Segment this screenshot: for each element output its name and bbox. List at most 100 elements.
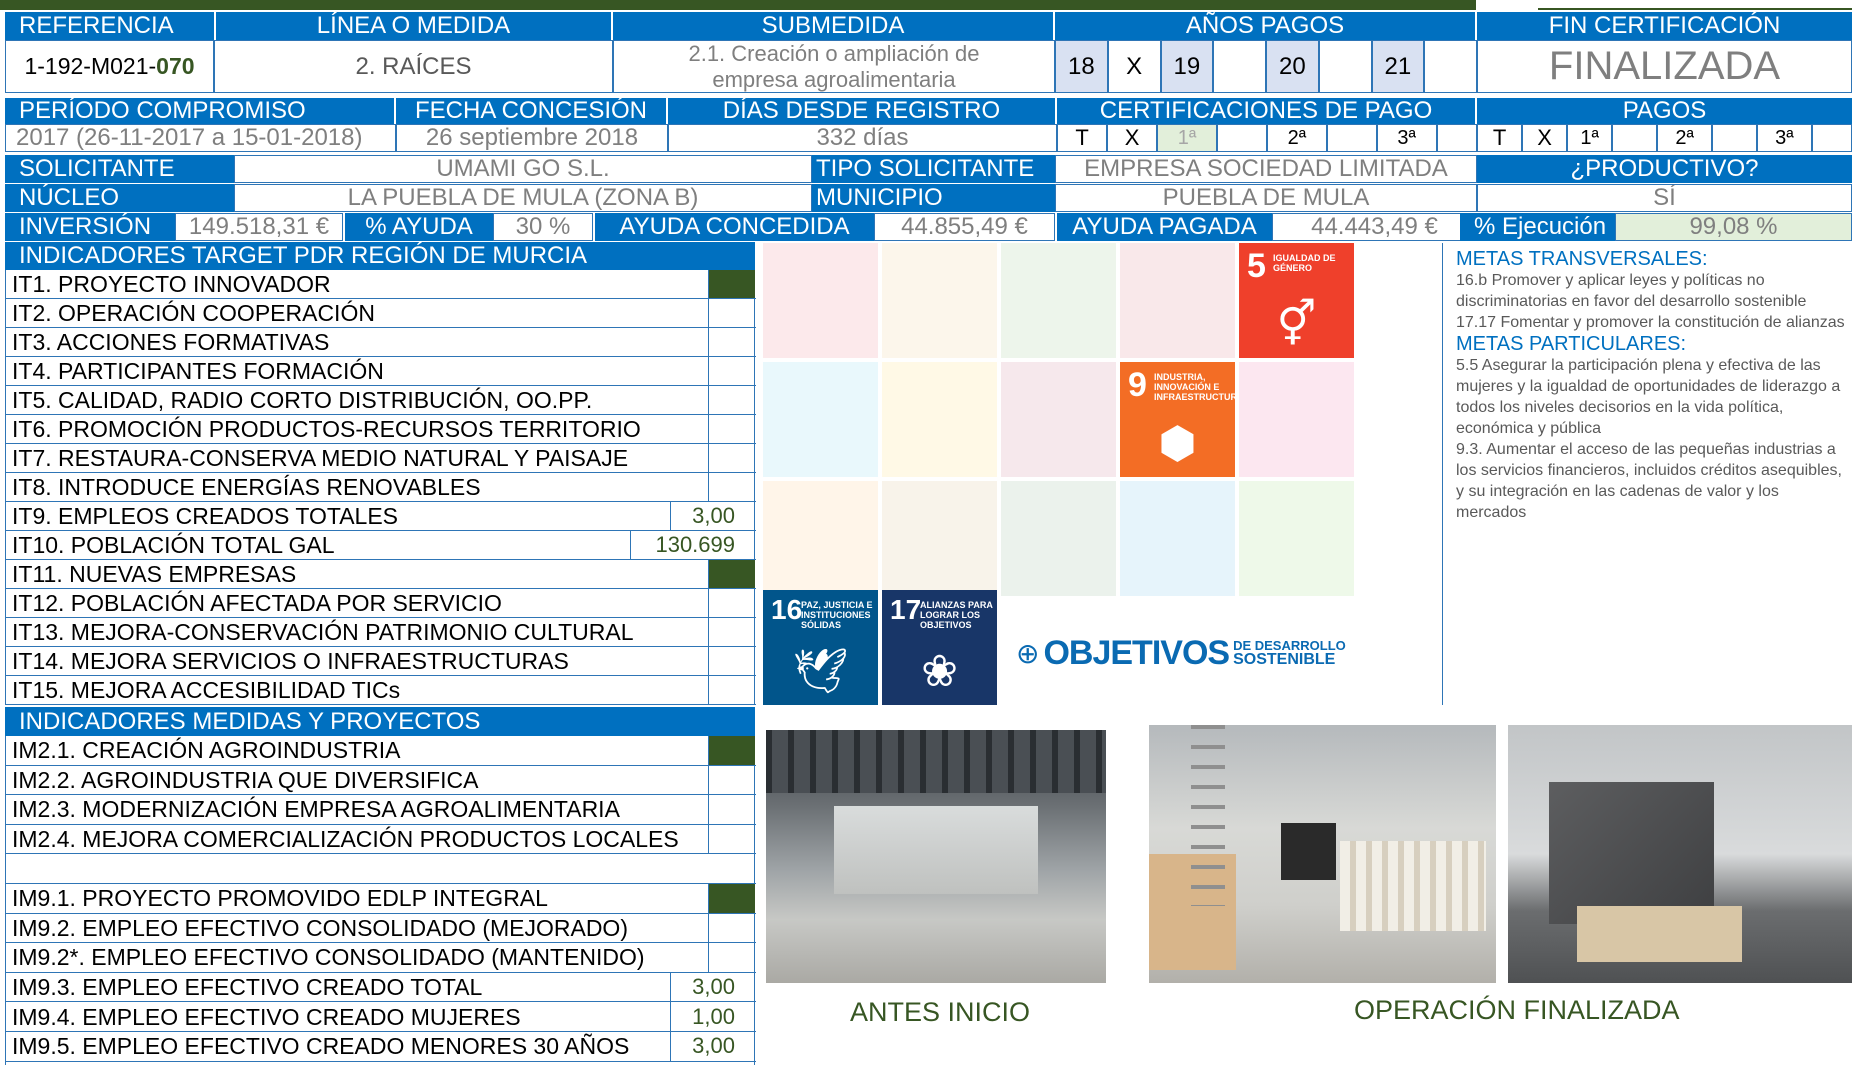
sdg-tile-8 xyxy=(1001,362,1116,477)
caption-operacion-finalizada: OPERACIÓN FINALIZADA xyxy=(1354,995,1680,1025)
indicator-row: IT5. CALIDAD, RADIO CORTO DISTRIBUCIÓN, … xyxy=(6,386,756,415)
pagos-1: 1ª xyxy=(1567,124,1613,152)
metas-particulares-heading: METAS PARTICULARES: xyxy=(1456,333,1687,355)
indicator-value: 3,00 xyxy=(670,972,755,1002)
linea-header: LÍNEA O MEDIDA xyxy=(216,12,611,40)
tipo-header: TIPO SOLICITANTE xyxy=(812,155,1055,183)
indicator-value: 3,00 xyxy=(670,1032,755,1061)
sdg-tile-17: 17 ALIANZAS PARA LOGRAR LOS OBJETIVOS ❀ xyxy=(882,590,997,705)
im-section-title: INDICADORES MEDIDAS Y PROYECTOS xyxy=(5,707,755,736)
sdg-tile-15 xyxy=(1239,481,1354,596)
year-21: 21 xyxy=(1371,40,1425,93)
sdg-tile-6 xyxy=(763,362,878,477)
fecha-value: 26 septiembre 2018 xyxy=(396,124,668,152)
sdg-tile-14 xyxy=(1120,481,1235,596)
top-strip-right xyxy=(1538,0,1852,10)
indicator-empty-box xyxy=(708,328,755,356)
ref-prefix: 1-192-M021- xyxy=(24,53,157,79)
sdg-tile-3 xyxy=(1001,243,1116,358)
indicator-label: IM2.2. AGROINDUSTRIA QUE DIVERSIFICA xyxy=(6,766,756,796)
indicator-row: IM9.5. EMPLEO EFECTIVO CREADO MENORES 30… xyxy=(6,1032,756,1062)
im-rows: IM2.1. CREACIÓN AGROINDUSTRIA IM2.2. AGRO… xyxy=(5,736,756,1065)
photo-finalizada-1 xyxy=(1149,725,1496,983)
indicator-row: IM2.3. MODERNIZACIÓN EMPRESA AGROALIMENT… xyxy=(6,795,756,825)
indicator-label xyxy=(6,854,756,884)
linea-value: 2. RAÍCES xyxy=(214,40,613,93)
sdg-logo-main: OBJETIVOS xyxy=(1043,633,1230,672)
solicitante-value: UMAMI GO S.L. xyxy=(234,155,812,183)
cert-t-mark: X xyxy=(1107,124,1158,152)
indicator-row: IM2.4. MEJORA COMERCIALIZACIÓN PRODUCTOS… xyxy=(6,824,756,855)
caption-antes-inicio: ANTES INICIO xyxy=(850,997,1031,1027)
indicator-empty-box xyxy=(708,386,755,414)
it-rows: IT1. PROYECTO INNOVADOR IT2. OPERACIÓN CO… xyxy=(5,270,756,705)
cert-2-mark xyxy=(1326,124,1377,152)
indicator-label: IT6. PROMOCIÓN PRODUCTOS-RECURSOS TERRIT… xyxy=(6,415,756,444)
indicator-empty-box xyxy=(708,357,755,385)
productivo-header: ¿PRODUCTIVO? xyxy=(1477,155,1852,183)
sdg5-title: IGUALDAD DE GÉNERO xyxy=(1273,253,1336,273)
metas-transversales-heading: METAS TRANSVERSALES: xyxy=(1456,248,1708,270)
ref-bold: 070 xyxy=(156,53,195,79)
fin-header: FIN CERTIFICACIÓN xyxy=(1477,12,1852,40)
indicator-row: IM2.1. CREACIÓN AGROINDUSTRIA xyxy=(6,736,756,766)
periodo-header: PERÍODO COMPROMISO xyxy=(5,98,394,124)
indicator-row: IT2. OPERACIÓN COOPERACIÓN xyxy=(6,299,756,328)
indicator-label: IM9.3. EMPLEO EFECTIVO CREADO TOTAL xyxy=(6,973,756,1003)
indicator-empty-box xyxy=(708,618,755,646)
indicator-label: IM9.1. PROYECTO PROMOVIDO EDLP INTEGRAL xyxy=(6,884,756,914)
indicator-row: IT15. MEJORA ACCESIBILIDAD TICs xyxy=(6,676,756,705)
cubes-icon: ⬢ xyxy=(1158,419,1197,468)
un-emblem-icon: ⊕ xyxy=(1016,637,1040,669)
cert-1-mark xyxy=(1216,124,1267,152)
year-18: 18 xyxy=(1055,40,1108,93)
ref-value: 1-192-M021- 070 xyxy=(5,40,214,93)
sdg-tile-1 xyxy=(763,243,878,358)
indicator-empty-box xyxy=(708,299,755,327)
indicator-row: IT4. PARTICIPANTES FORMACIÓN xyxy=(6,357,756,386)
pagos-header: PAGOS xyxy=(1477,98,1852,124)
indicator-empty-box xyxy=(708,824,755,854)
municipio-value: PUEBLA DE MULA xyxy=(1055,184,1477,212)
indicator-label: IT13. MEJORA-CONSERVACIÓN PATRIMONIO CUL… xyxy=(6,618,756,647)
sdg-tile-13 xyxy=(1001,481,1116,596)
gender-equality-icon: ⚥ xyxy=(1276,300,1317,349)
solicitante-header: SOLICITANTE xyxy=(5,155,234,183)
sdg5-number: 5 xyxy=(1247,247,1266,285)
indicator-label: IT3. ACCIONES FORMATIVAS xyxy=(6,328,756,357)
year-20-mark xyxy=(1318,40,1372,93)
year-18-mark: X xyxy=(1107,40,1161,93)
indicator-row: IM9.2. EMPLEO EFECTIVO CONSOLIDADO (MEJO… xyxy=(6,913,756,944)
indicator-row: IT1. PROYECTO INNOVADOR xyxy=(6,270,756,299)
indicator-row: IT12. POBLACIÓN AFECTADA POR SERVICIO xyxy=(6,589,756,618)
indicator-label: IM9.5. EMPLEO EFECTIVO CREADO MENORES 30… xyxy=(6,1032,756,1062)
cert-1: 1ª xyxy=(1157,124,1217,152)
indicator-label: IM2.1. CREACIÓN AGROINDUSTRIA xyxy=(6,736,756,766)
indicator-row: IT7. RESTAURA-CONSERVA MEDIO NATURAL Y P… xyxy=(6,444,756,473)
indicator-empty-box xyxy=(708,473,755,501)
it-section-title: INDICADORES TARGET PDR REGIÓN DE MURCIA xyxy=(5,242,755,270)
cert-t: T xyxy=(1057,124,1108,152)
tipo-value: EMPRESA SOCIEDAD LIMITADA xyxy=(1055,155,1477,183)
sdg9-title: INDUSTRIA, INNOVACIÓN E INFRAESTRUCTURA xyxy=(1154,372,1244,402)
sdg16-number: 16 xyxy=(771,594,803,625)
nucleo-value: LA PUEBLA DE MULA (ZONA B) xyxy=(234,184,812,212)
indicator-label: IM9.4. EMPLEO EFECTIVO CREADO MUJERES xyxy=(6,1002,756,1032)
indicator-check-mark xyxy=(708,270,755,298)
pagos-1-mark xyxy=(1612,124,1658,152)
sdg9-number: 9 xyxy=(1128,366,1147,404)
indicator-row: IM2.2. AGROINDUSTRIA QUE DIVERSIFICA xyxy=(6,765,756,796)
pagos-2: 2ª xyxy=(1657,124,1712,152)
meta-5-5: 5.5 Asegurar la participación plena y ef… xyxy=(1456,357,1841,437)
fin-value: FINALIZADA xyxy=(1477,40,1852,93)
indicator-value: 130.699 xyxy=(630,531,755,559)
indicator-row: IT8. INTRODUCE ENERGÍAS RENOVABLES xyxy=(6,473,756,502)
indicator-row: IM9.1. PROYECTO PROMOVIDO EDLP INTEGRAL xyxy=(6,884,756,914)
ayuda-pct-value: 30 % xyxy=(493,213,593,241)
indicator-row: IT9. EMPLEOS CREADOS TOTALES 3,00 xyxy=(6,502,756,531)
dove-icon: 🕊 xyxy=(792,647,849,696)
indicator-row: IT13. MEJORA-CONSERVACIÓN PATRIMONIO CUL… xyxy=(6,618,756,647)
sdg-tile-9: 9 INDUSTRIA, INNOVACIÓN E INFRAESTRUCTUR… xyxy=(1120,362,1244,477)
municipio-header: MUNICIPIO xyxy=(812,184,1055,212)
cert-2: 2ª xyxy=(1267,124,1327,152)
